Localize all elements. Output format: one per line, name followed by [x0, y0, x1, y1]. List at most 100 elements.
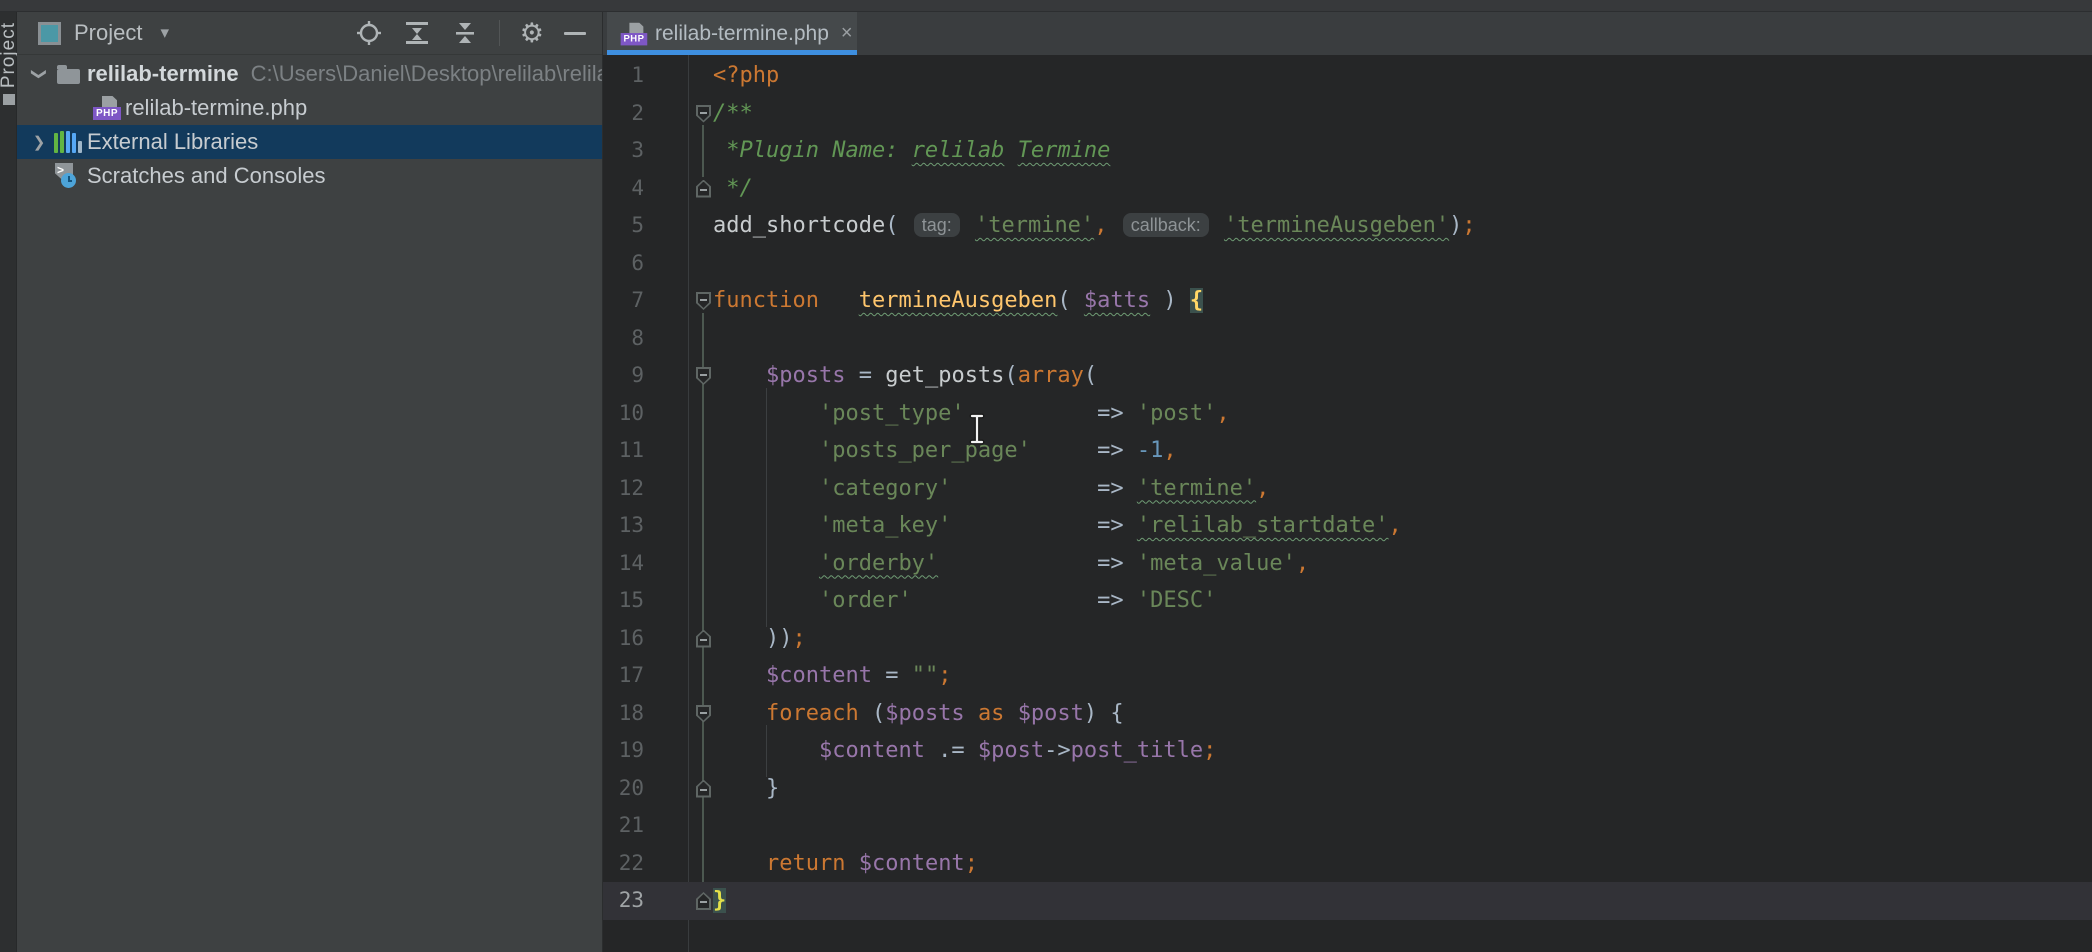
code-line-4[interactable]: 4 */ [603, 170, 2092, 208]
fold-column [650, 170, 713, 208]
code-line-10[interactable]: 10 'post_type' => 'post', [603, 395, 2092, 433]
line-number: 14 [603, 545, 650, 583]
code-text: 'category' => 'termine', [713, 470, 1269, 508]
code-line-8[interactable]: 8 [603, 320, 2092, 358]
editor-area: PHP relilab-termine.php × 1<?php2/**3 *P… [603, 12, 2092, 952]
code-line-23[interactable]: 23} [603, 882, 2092, 920]
editor-tab-relilab-termine[interactable]: PHP relilab-termine.php × [607, 12, 857, 55]
external-libraries-icon [54, 131, 82, 153]
scratches-icon: > [55, 163, 81, 189]
parameter-hint: callback: [1123, 213, 1209, 237]
code-line-19[interactable]: 19 $content .= $post->post_title; [603, 732, 2092, 770]
project-view-icon [38, 22, 61, 45]
collapse-all-icon[interactable] [451, 19, 479, 47]
code-line-11[interactable]: 11 'posts_per_page' => -1, [603, 432, 2092, 470]
project-panel-title[interactable]: Project [74, 20, 142, 46]
folder-icon [57, 69, 80, 84]
tree-row-file[interactable]: PHPrelilab-termine.php [17, 91, 602, 125]
code-text: 'orderby' => 'meta_value', [713, 545, 1309, 583]
line-number: 15 [603, 582, 650, 620]
fold-column [650, 582, 713, 620]
chevron-down-icon[interactable]: ❯ [27, 65, 51, 83]
code-text: } [713, 770, 779, 808]
fold-column [650, 470, 713, 508]
fold-end-icon[interactable] [696, 180, 711, 198]
fold-start-icon[interactable] [696, 367, 711, 385]
fold-column [650, 882, 713, 920]
code-line-21[interactable]: 21 [603, 807, 2092, 845]
line-number: 5 [603, 207, 650, 245]
code-line-13[interactable]: 13 'meta_key' => 'relilab_startdate', [603, 507, 2092, 545]
line-number: 20 [603, 770, 650, 808]
fold-column [650, 695, 713, 733]
chevron-right-icon[interactable]: ❯ [27, 133, 51, 151]
fold-start-icon[interactable] [696, 292, 711, 310]
tree-item-label: External Libraries [87, 129, 258, 155]
hide-panel-icon[interactable] [564, 32, 586, 35]
code-line-22[interactable]: 22 return $content; [603, 845, 2092, 883]
editor-body[interactable]: 1<?php2/**3 *Plugin Name: relilab Termin… [603, 55, 2092, 952]
fold-column [650, 245, 713, 283]
fold-end-icon[interactable] [696, 780, 711, 798]
settings-gear-icon[interactable]: ⚙ [520, 20, 544, 47]
line-number: 23 [603, 882, 650, 920]
tool-window-square-icon[interactable] [3, 94, 15, 105]
tab-close-icon[interactable]: × [841, 22, 853, 45]
line-number: 17 [603, 657, 650, 695]
tree-row-external-libraries[interactable]: ❯ External Libraries [17, 125, 602, 159]
code-text: } [713, 882, 726, 920]
code-text: */ [713, 170, 753, 208]
code-text: 'posts_per_page' => -1, [713, 432, 1177, 470]
line-number: 16 [603, 620, 650, 658]
locate-file-icon[interactable] [355, 19, 383, 47]
chevron-down-icon[interactable]: ▾ [160, 23, 169, 43]
fold-column [650, 432, 713, 470]
code-text: 'meta_key' => 'relilab_startdate', [713, 507, 1402, 545]
line-number: 3 [603, 132, 650, 170]
code-text: $posts = get_posts(array( [713, 357, 1097, 395]
code-line-20[interactable]: 20 } [603, 770, 2092, 808]
tree-row-root[interactable]: ❯relilab-termineC:\Users\Daniel\Desktop\… [17, 57, 602, 91]
code-line-7[interactable]: 7function termineAusgeben( $atts ) { [603, 282, 2092, 320]
fold-column [650, 357, 713, 395]
code-line-16[interactable]: 16 )); [603, 620, 2092, 658]
line-number: 9 [603, 357, 650, 395]
line-number: 6 [603, 245, 650, 283]
code-text: )); [713, 620, 806, 658]
code-line-2[interactable]: 2/** [603, 95, 2092, 133]
fold-column [650, 207, 713, 245]
line-number: 13 [603, 507, 650, 545]
window-title-strip [0, 0, 2092, 12]
tab-label: relilab-termine.php [655, 22, 829, 46]
expand-all-icon[interactable] [403, 19, 431, 47]
code-text: *Plugin Name: relilab Termine [713, 132, 1110, 170]
line-number: 19 [603, 732, 650, 770]
code-line-15[interactable]: 15 'order' => 'DESC' [603, 582, 2092, 620]
project-panel: Project ▾ [17, 12, 603, 952]
fold-column [650, 507, 713, 545]
code-line-17[interactable]: 17 $content = ""; [603, 657, 2092, 695]
code-line-9[interactable]: 9 $posts = get_posts(array( [603, 357, 2092, 395]
project-tree: ❯relilab-termineC:\Users\Daniel\Desktop\… [17, 57, 602, 193]
tool-window-bar: Project [0, 12, 17, 952]
tree-item-label: relilab-termine.php [125, 95, 307, 121]
tree-item-label: Scratches and Consoles [87, 163, 325, 189]
fold-start-icon[interactable] [696, 705, 711, 723]
fold-start-icon[interactable] [696, 105, 711, 123]
fold-column [650, 132, 713, 170]
code-line-12[interactable]: 12 'category' => 'termine', [603, 470, 2092, 508]
code-line-5[interactable]: 5add_shortcode( tag: 'termine', callback… [603, 207, 2092, 245]
parameter-hint: tag: [914, 213, 960, 237]
line-number: 21 [603, 807, 650, 845]
fold-column [650, 770, 713, 808]
fold-end-icon[interactable] [696, 892, 711, 910]
tree-row-scratches[interactable]: >Scratches and Consoles [17, 159, 602, 193]
code-line-1[interactable]: 1<?php [603, 57, 2092, 95]
code-line-14[interactable]: 14 'orderby' => 'meta_value', [603, 545, 2092, 583]
code-line-18[interactable]: 18 foreach ($posts as $post) { [603, 695, 2092, 733]
editor-tab-bar: PHP relilab-termine.php × [603, 12, 2092, 55]
code-line-3[interactable]: 3 *Plugin Name: relilab Termine [603, 132, 2092, 170]
code-lines: 1<?php2/**3 *Plugin Name: relilab Termin… [603, 57, 2092, 920]
fold-end-icon[interactable] [696, 630, 711, 648]
code-line-6[interactable]: 6 [603, 245, 2092, 283]
